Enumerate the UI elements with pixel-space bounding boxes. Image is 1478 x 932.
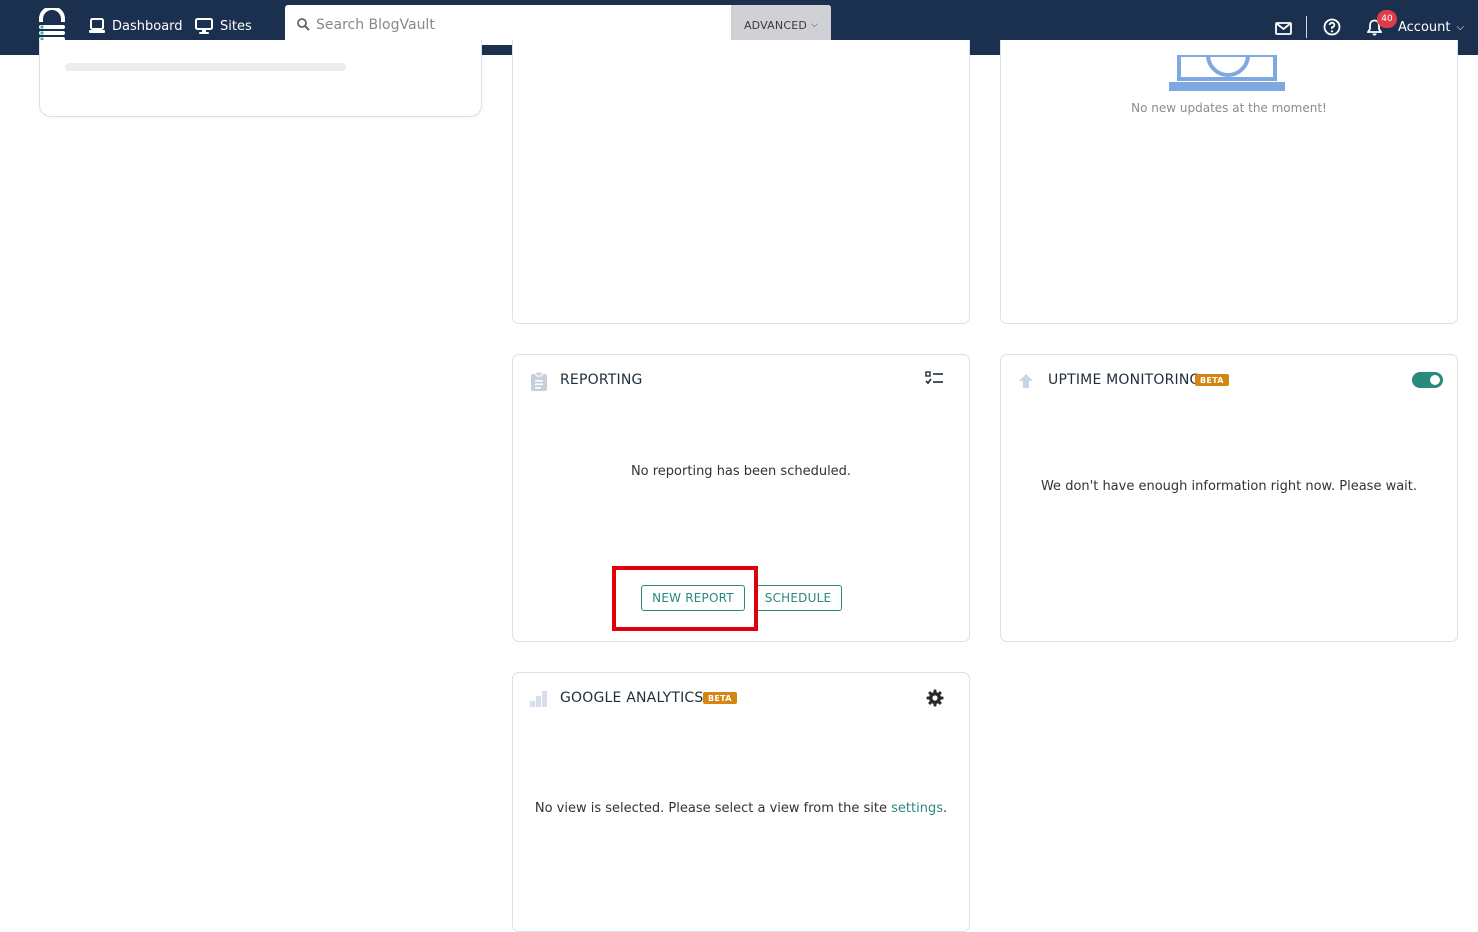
arrow-up-icon (1019, 374, 1033, 388)
notification-count-badge: 40 (1377, 10, 1397, 28)
nav-dashboard[interactable]: Dashboard (89, 16, 183, 36)
highlight-box (612, 566, 758, 631)
help-icon[interactable] (1323, 18, 1341, 40)
navbar-divider (1306, 16, 1307, 38)
uptime-monitoring-toggle[interactable] (1412, 372, 1443, 388)
gear-icon[interactable] (926, 689, 944, 707)
activity-card (512, 40, 970, 324)
schedule-button[interactable]: SCHEDULE (754, 585, 842, 611)
chevron-down-icon: ⌵ (811, 20, 819, 30)
site-info-card (39, 40, 482, 117)
uptime-monitoring-title: UPTIME MONITORING (1048, 372, 1201, 388)
google-analytics-empty-message: No view is selected. Please select a vie… (513, 801, 969, 816)
advanced-search-label: ADVANCED (743, 18, 808, 32)
google-analytics-title: GOOGLE ANALYTICS (560, 690, 704, 706)
nav-dashboard-label: Dashboard (112, 18, 183, 34)
dashboard-icon (89, 18, 105, 33)
analytics-chart-icon (530, 691, 547, 707)
account-label: Account (1398, 20, 1451, 35)
mail-icon[interactable] (1275, 20, 1292, 39)
account-menu[interactable]: Account ⌵ (1398, 20, 1464, 35)
monitor-icon (195, 18, 213, 34)
google-analytics-card: GOOGLE ANALYTICS BETA No view is selecte… (512, 672, 970, 932)
ga-message-text: No view is selected. Please select a vie… (534, 801, 887, 816)
laptop-illustration-icon (1169, 55, 1285, 91)
beta-badge: BETA (1195, 374, 1229, 386)
search-input[interactable] (285, 5, 731, 45)
blogvault-logo-icon[interactable] (36, 6, 68, 44)
nav-sites[interactable]: Sites (195, 16, 252, 36)
loading-placeholder (65, 63, 346, 71)
nav-sites-label: Sites (220, 18, 252, 34)
clipboard-icon (531, 371, 547, 391)
uptime-empty-message: We don't have enough information right n… (1040, 479, 1418, 494)
settings-link[interactable]: settings (891, 801, 943, 816)
uptime-monitoring-card: UPTIME MONITORING BETA We don't have eno… (1000, 354, 1458, 642)
chevron-down-icon: ⌵ (1456, 22, 1465, 33)
advanced-search-button[interactable]: ADVANCED ⌵ (731, 5, 831, 45)
ga-message-suffix: . (942, 801, 948, 816)
task-list-icon[interactable] (925, 371, 944, 385)
reporting-title: REPORTING (560, 372, 643, 388)
beta-badge: BETA (703, 692, 737, 704)
no-updates-message: No new updates at the moment! (1131, 101, 1327, 115)
updates-card: No new updates at the moment! (1000, 40, 1458, 324)
reporting-empty-message: No reporting has been scheduled. (630, 464, 852, 479)
search-bar: ADVANCED ⌵ (285, 5, 831, 45)
